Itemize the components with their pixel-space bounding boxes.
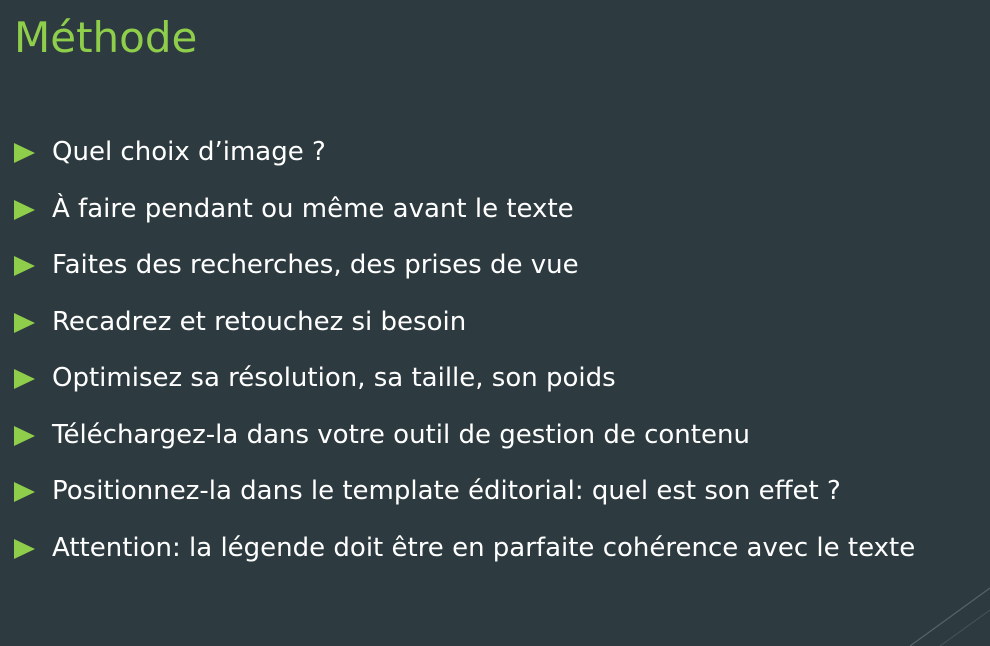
slide-title: Méthode xyxy=(14,13,198,62)
bullet-text: Recadrez et retouchez si besoin xyxy=(52,306,467,337)
list-item: Téléchargez-la dans votre outil de gesti… xyxy=(12,417,982,453)
decorative-lines xyxy=(909,587,990,646)
list-item: Attention: la légende doit être en parfa… xyxy=(12,530,982,566)
play-triangle-icon xyxy=(14,482,35,502)
bullet-text: Optimisez sa résolution, sa taille, son … xyxy=(52,363,616,393)
play-triangle-icon xyxy=(14,538,35,559)
bullet-text: À faire pendant ou même avant le texte xyxy=(52,193,574,224)
list-item: À faire pendant ou même avant le texte xyxy=(12,191,982,227)
list-item: Optimisez sa résolution, sa taille, son … xyxy=(12,360,982,396)
list-item: Positionnez-la dans le template éditoria… xyxy=(12,473,982,509)
bullet-text: Quel choix d’image ? xyxy=(52,137,326,167)
bullet-text: Faites des recherches, des prises de vue xyxy=(52,250,579,280)
bullet-list: Quel choix d’image ? À faire pendant ou … xyxy=(12,134,982,566)
slide: Méthode Quel choix d’image ? À faire pen… xyxy=(0,0,990,646)
list-item: Quel choix d’image ? xyxy=(12,134,982,170)
play-triangle-icon xyxy=(14,425,35,446)
list-item: Faites des recherches, des prises de vue xyxy=(12,247,982,283)
bullet-text: Positionnez-la dans le template éditoria… xyxy=(52,476,841,506)
play-triangle-icon xyxy=(14,143,35,163)
play-triangle-icon xyxy=(14,199,35,220)
list-item: Recadrez et retouchez si besoin xyxy=(12,304,982,340)
play-triangle-icon xyxy=(14,256,35,276)
play-triangle-icon xyxy=(14,369,35,389)
play-triangle-icon xyxy=(14,312,35,333)
bullet-text: Attention: la légende doit être en parfa… xyxy=(52,532,916,563)
bullet-text: Téléchargez-la dans votre outil de gesti… xyxy=(52,419,750,450)
